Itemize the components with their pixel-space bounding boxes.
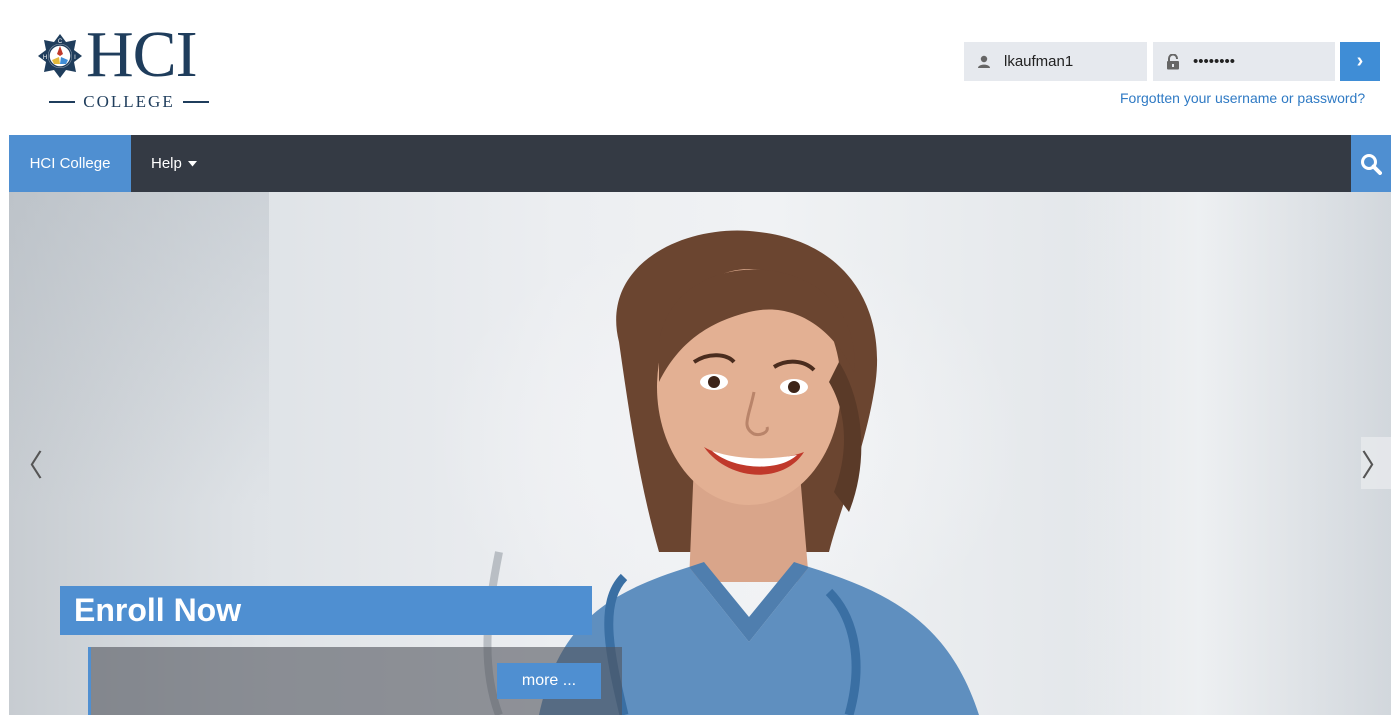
search-button[interactable]: [1351, 135, 1391, 192]
forgot-credentials-link[interactable]: Forgotten your username or password?: [1120, 90, 1365, 106]
login-form: ›: [964, 42, 1380, 81]
hci-college-logo[interactable]: C H I HCI COLLEGE: [36, 22, 218, 112]
hero-carousel: 〈 〉 Enroll Now more ...: [9, 192, 1391, 715]
user-icon: [964, 42, 1004, 81]
caret-down-icon: [187, 160, 197, 166]
smiling-nurse-photo: [483, 230, 979, 715]
search-icon: [1361, 153, 1382, 175]
carousel-prev-button[interactable]: 〈: [13, 437, 43, 489]
nav-help-label: Help: [151, 155, 182, 172]
more-button[interactable]: more ...: [497, 663, 601, 699]
username-input[interactable]: [1004, 53, 1134, 70]
nav-item-hci-college[interactable]: HCI College: [9, 135, 131, 192]
site-header: C H I HCI COLLEGE › Forgotten your usern…: [0, 0, 1391, 135]
logo-wordmark: HCI: [86, 18, 198, 91]
lock-icon: [1153, 42, 1193, 81]
logo-rule-left: [49, 101, 76, 103]
logo-subtitle: COLLEGE: [40, 92, 218, 112]
username-field[interactable]: [964, 42, 1147, 81]
crest-icon: C H I: [38, 34, 82, 78]
svg-text:C: C: [58, 39, 63, 45]
logo-subtitle-text: COLLEGE: [83, 92, 175, 111]
slide-caption-panel: more ...: [88, 647, 622, 715]
main-navbar: HCI College Help: [9, 135, 1391, 192]
logo-rule-right: [182, 101, 209, 103]
background-shading: [9, 192, 269, 715]
carousel-next-button[interactable]: 〉: [1361, 437, 1391, 489]
slide-title: Enroll Now: [60, 586, 592, 635]
password-field[interactable]: [1153, 42, 1335, 81]
nav-item-help[interactable]: Help: [151, 135, 197, 192]
svg-text:H: H: [43, 55, 47, 61]
login-submit-button[interactable]: ›: [1340, 42, 1380, 81]
password-input[interactable]: [1193, 53, 1323, 70]
